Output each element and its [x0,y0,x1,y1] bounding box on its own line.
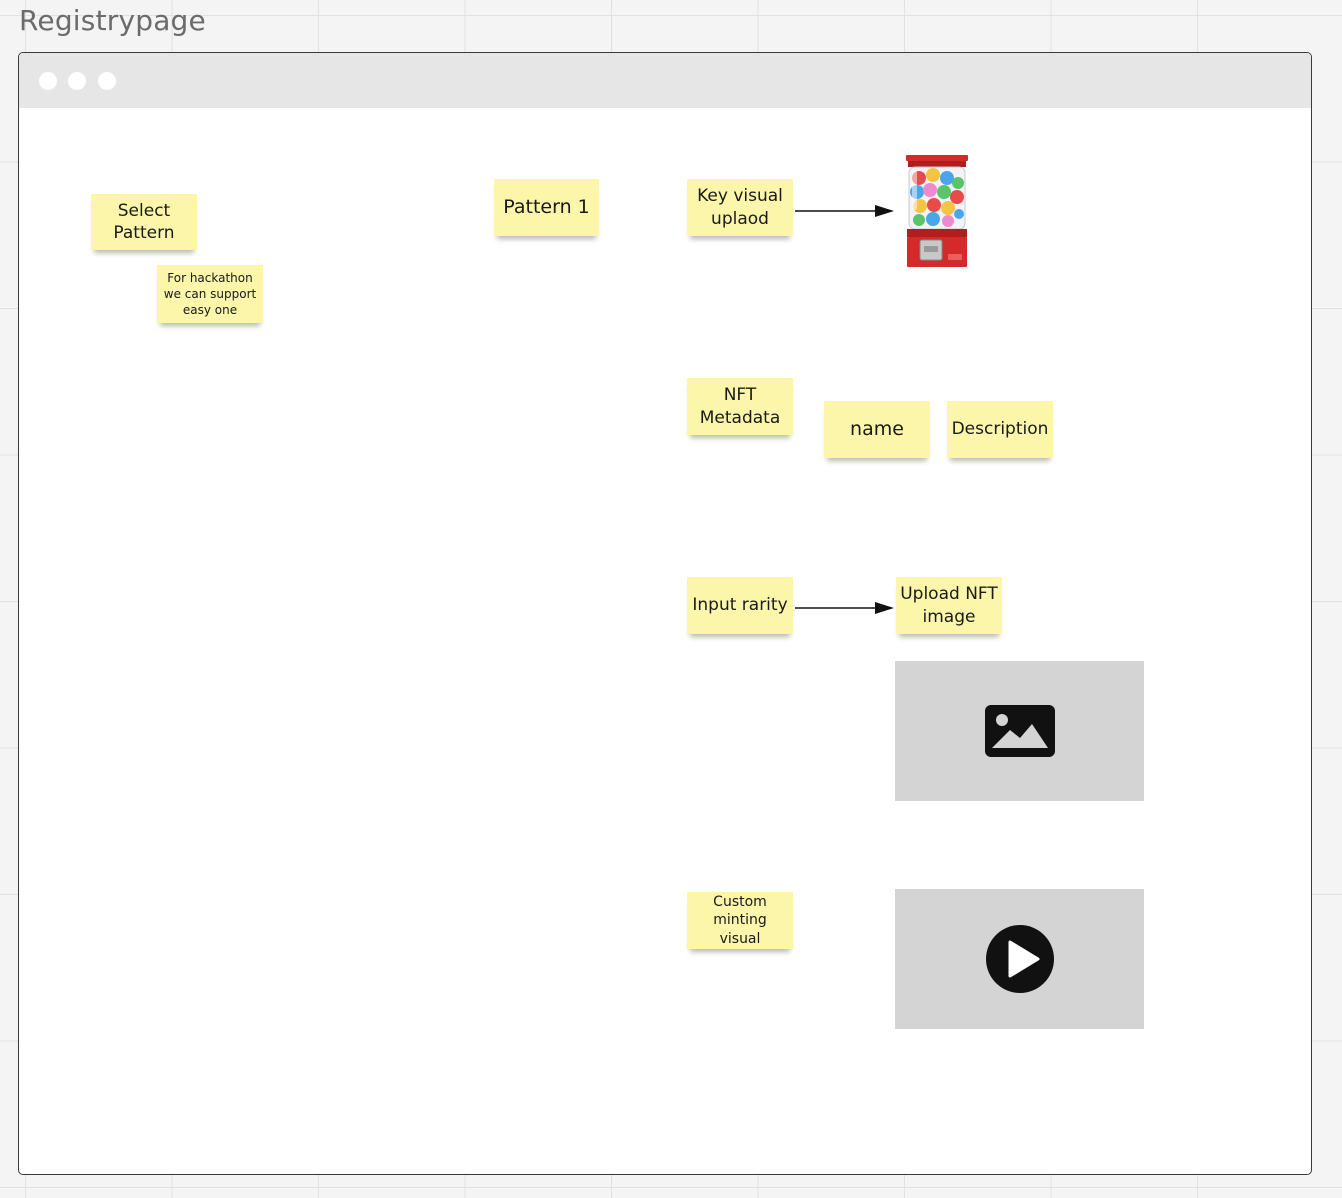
window-dot-icon [68,72,86,90]
sticky-nft-metadata[interactable]: NFT Metadata [687,378,793,435]
sticky-description[interactable]: Description [947,401,1053,458]
window-dot-icon [39,72,57,90]
sticky-label: For hackathon we can support easy one [163,270,257,318]
sticky-label: Key visual uplaod [697,186,783,229]
video-placeholder[interactable] [895,889,1144,1029]
sticky-upload-nft-image[interactable]: Upload NFT image [896,577,1002,634]
sticky-label: name [850,418,904,441]
image-placeholder[interactable] [895,661,1144,801]
arrow-connector [795,602,894,614]
sticky-label: NFT Metadata [699,385,781,428]
play-icon [985,925,1054,993]
browser-title-bar [19,53,1311,108]
image-icon [984,705,1055,757]
sticky-name[interactable]: name [824,401,930,458]
sticky-label: Custom minting visual [713,894,767,947]
gumball-machine-icon[interactable] [904,154,970,268]
sticky-input-rarity[interactable]: Input rarity [687,577,793,634]
arrow-connector [795,205,894,217]
sticky-label: Description [951,419,1049,440]
sticky-custom-minting-visual[interactable]: Custom minting visual [687,892,793,949]
sticky-key-visual-upload[interactable]: Key visual uplaod [687,179,793,236]
frame-title: Registrypage [19,4,206,37]
sticky-select-pattern[interactable]: Select Pattern [91,194,197,250]
sticky-pattern-1[interactable]: Pattern 1 [494,179,599,236]
sticky-hackathon-note[interactable]: For hackathon we can support easy one [157,265,263,323]
sticky-label: Pattern 1 [503,196,590,219]
window-dot-icon [98,72,116,90]
sticky-label: Input rarity [692,595,788,616]
sticky-label: Upload NFT image [900,584,998,627]
sticky-label: Select Pattern [113,200,175,243]
